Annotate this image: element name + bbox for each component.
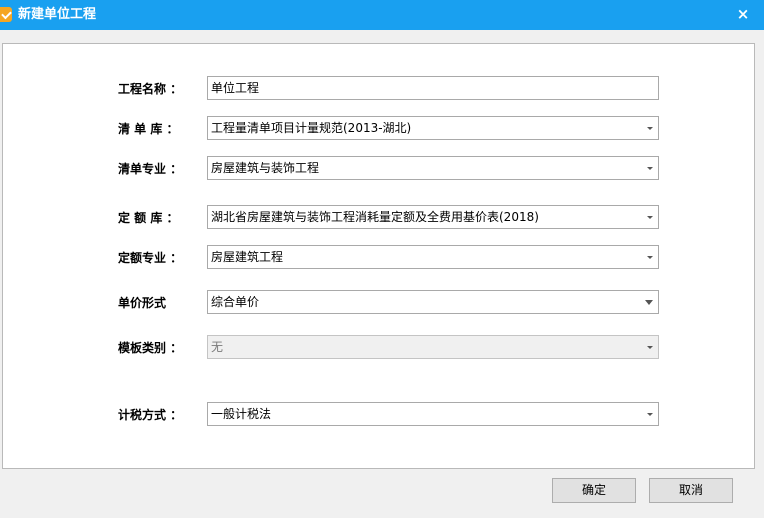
bill-library-label: 清 单 库 ： — [118, 122, 179, 136]
bill-specialty-label: 清单专业 ： — [118, 162, 183, 176]
tax-method-value: 一般计税法 — [211, 407, 272, 421]
quota-specialty-select[interactable]: 房屋建筑工程 — [207, 245, 659, 269]
project-name-input[interactable]: 单位工程 — [207, 76, 659, 100]
bill-library-value: 工程量清单项目计量规范(2013-湖北) — [211, 121, 412, 135]
quota-library-select[interactable]: 湖北省房屋建筑与装饰工程消耗量定额及全费用基价表(2018) — [207, 205, 659, 229]
template-category-select[interactable]: 无 — [207, 335, 659, 359]
cancel-button[interactable]: 取消 — [649, 478, 733, 503]
app-logo-icon — [0, 7, 12, 22]
chevron-down-icon — [647, 413, 653, 416]
template-category-label: 模板类别 ： — [118, 341, 183, 355]
tax-method-select[interactable]: 一般计税法 — [207, 402, 659, 426]
tax-method-label: 计税方式 ： — [118, 408, 183, 422]
title-bar: 新建单位工程 × — [0, 0, 764, 30]
bill-specialty-select[interactable]: 房屋建筑与装饰工程 — [207, 156, 659, 180]
unit-price-form-label: 单价形式 — [118, 296, 167, 310]
window-title: 新建单位工程 — [18, 7, 97, 22]
quota-specialty-value: 房屋建筑工程 — [211, 250, 284, 264]
template-category-value: 无 — [211, 340, 224, 354]
chevron-down-icon — [647, 127, 653, 130]
unit-price-form-value: 综合单价 — [211, 295, 260, 309]
project-name-label: 工程名称 ： — [118, 82, 183, 96]
close-button[interactable]: × — [734, 5, 752, 23]
chevron-down-icon — [647, 256, 653, 259]
bill-library-select[interactable]: 工程量清单项目计量规范(2013-湖北) — [207, 116, 659, 140]
chevron-down-icon — [647, 346, 653, 349]
quota-specialty-label: 定额专业 ： — [118, 251, 183, 265]
bill-specialty-value: 房屋建筑与装饰工程 — [211, 161, 320, 175]
chevron-down-icon — [647, 216, 653, 219]
project-name-value: 单位工程 — [211, 81, 260, 95]
chevron-down-icon — [645, 300, 653, 305]
unit-price-form-select[interactable]: 综合单价 — [207, 290, 659, 314]
ok-button[interactable]: 确定 — [552, 478, 636, 503]
quota-library-value: 湖北省房屋建筑与装饰工程消耗量定额及全费用基价表(2018) — [211, 210, 539, 224]
quota-library-label: 定 额 库 ： — [118, 211, 179, 225]
chevron-down-icon — [647, 167, 653, 170]
